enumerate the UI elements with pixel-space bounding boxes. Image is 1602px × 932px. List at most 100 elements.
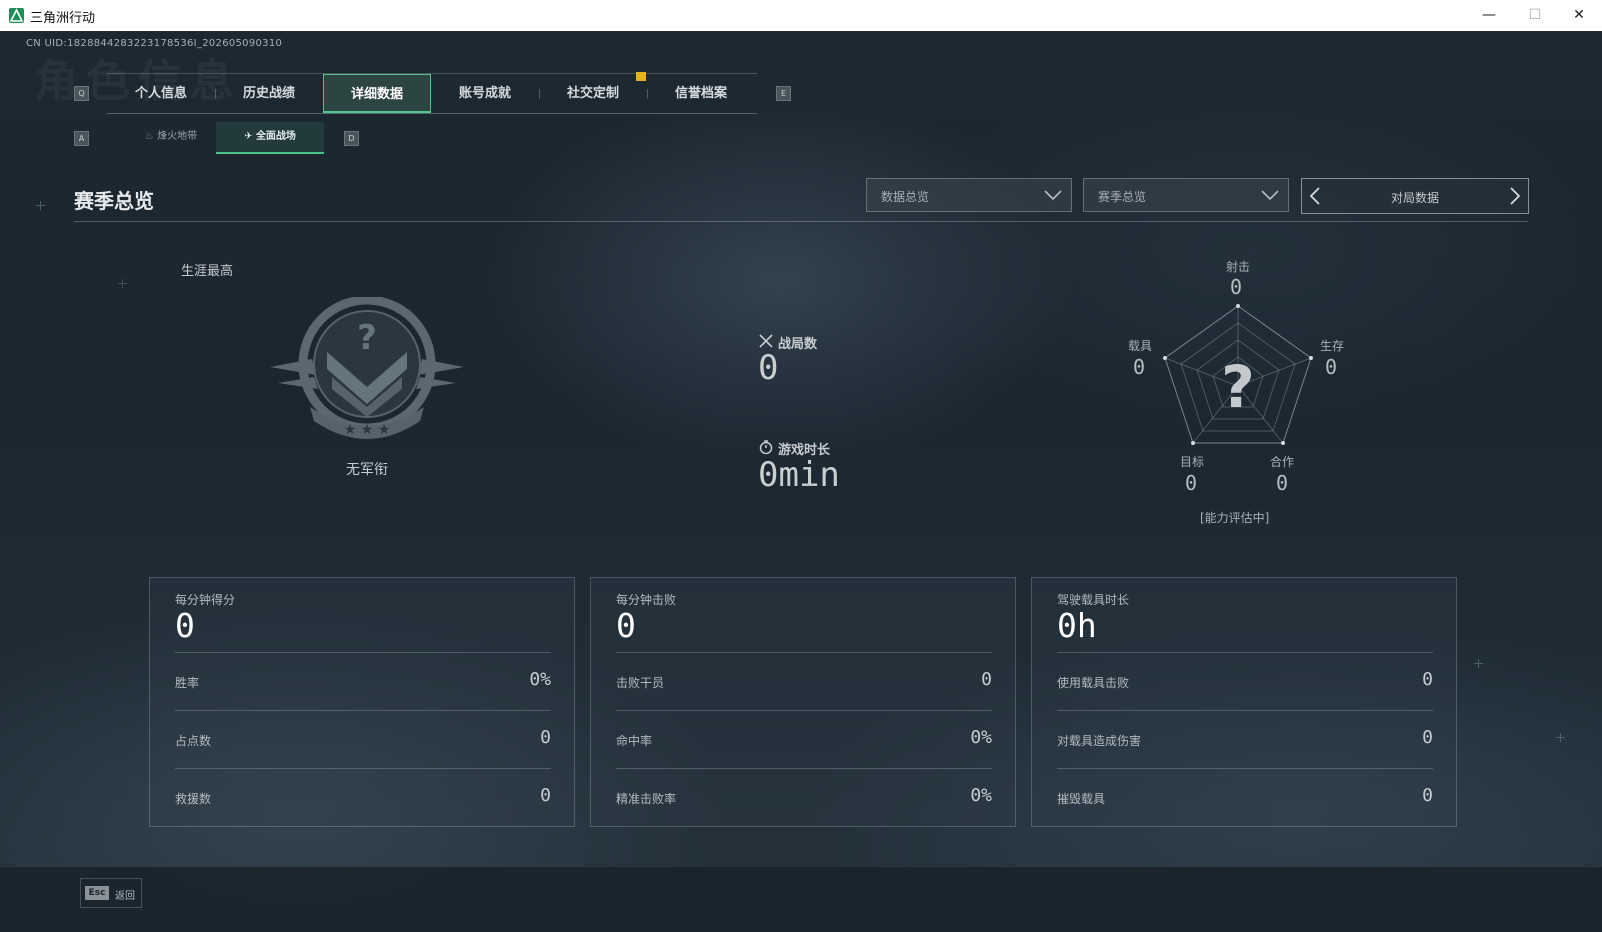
match-data-pager: 对局数据 <box>1301 178 1529 214</box>
stat-row: 胜率 0% <box>175 652 551 711</box>
stat-row-value: 0 <box>1422 785 1433 806</box>
stat-row-label: 救援数 <box>175 792 212 806</box>
svg-text:?: ? <box>357 318 377 358</box>
matches-value: 0 <box>758 348 779 388</box>
stat-row-value: 0% <box>970 785 992 806</box>
decor-plus-icon <box>36 201 45 210</box>
season-dropdown[interactable]: 赛季总览 <box>1083 178 1289 212</box>
dropdown-label: 赛季总览 <box>1098 190 1147 204</box>
stopwatch-icon <box>759 440 773 454</box>
game-screen: 角色信息 CN UID:1828844283223178536I_2026050… <box>0 31 1602 932</box>
stat-row-label: 摧毁载具 <box>1057 792 1106 806</box>
decor-plus-icon <box>1556 733 1565 742</box>
next-subtab-hint-key[interactable]: D <box>344 131 359 146</box>
esc-key-icon: Esc <box>85 886 109 900</box>
card-head-value: 0 <box>175 606 195 645</box>
section-title: 赛季总览 <box>74 189 154 213</box>
chevron-down-icon <box>1261 190 1279 201</box>
radar-label-shooting: 射击 <box>1226 260 1251 274</box>
next-tab-hint-key[interactable]: E <box>776 86 791 101</box>
pager-label: 对局数据 <box>1390 191 1439 205</box>
rank-badge-icon: ? ★ ★ ★ <box>270 297 464 439</box>
decor-plus-icon <box>118 279 127 288</box>
stat-card-vehicle: 驾驶载具时长 0h 使用载具击败 0 对载具造成伤害 0 摧毁载具 0 <box>1031 577 1457 827</box>
stat-row: 占点数 0 <box>175 710 551 769</box>
player-uid: CN UID:1828844283223178536I_202605090310 <box>26 38 283 49</box>
prev-subtab-hint-key[interactable]: A <box>74 131 89 146</box>
radar-center-question-icon: ? <box>1221 353 1255 421</box>
flame-icon: ♨ <box>144 131 154 142</box>
ability-radar-chart: ? <box>1163 304 1313 445</box>
chevron-right-icon[interactable] <box>1508 186 1522 206</box>
radar-value-survival: 0 <box>1325 355 1338 379</box>
window-titlebar: 三角洲行动 — ☐ ✕ <box>0 0 1602 32</box>
tab-match-history[interactable]: 历史战绩 <box>215 74 323 113</box>
radar-status: [能力评估中] <box>1200 511 1270 525</box>
stat-row: 摧毁载具 0 <box>1057 768 1433 827</box>
stat-row-value: 0 <box>540 727 551 748</box>
stat-row: 命中率 0% <box>616 710 992 769</box>
minimize-button[interactable]: — <box>1466 0 1512 31</box>
svg-text:★ ★ ★: ★ ★ ★ <box>344 422 391 438</box>
matches-label: 战局数 <box>778 337 818 352</box>
radar-value-cooperation: 0 <box>1276 471 1289 495</box>
stat-row-value: 0% <box>970 727 992 748</box>
stat-row-value: 0% <box>529 669 551 690</box>
stat-row-label: 胜率 <box>175 676 200 690</box>
app-logo-icon <box>9 8 24 23</box>
radar-value-vehicle: 0 <box>1133 355 1146 379</box>
data-type-dropdown[interactable]: 数据总览 <box>866 178 1072 212</box>
back-label: 返回 <box>115 891 135 902</box>
stat-card-kills: 每分钟击败 0 击败干员 0 命中率 0% 精准击败率 0% <box>590 577 1016 827</box>
prev-tab-hint-key[interactable]: Q <box>74 86 89 101</box>
stat-card-score: 每分钟得分 0 胜率 0% 占点数 0 救援数 0 <box>149 577 575 827</box>
stat-row-label: 命中率 <box>616 734 653 748</box>
radar-label-vehicle: 载具 <box>1128 339 1153 353</box>
playtime-value: 0min <box>758 455 840 495</box>
section-divider <box>74 221 1528 222</box>
subtab-hazard-zone[interactable]: ♨ 烽火地带 <box>125 122 217 152</box>
stat-row-value: 0 <box>540 785 551 806</box>
bottom-bar: Esc 返回 <box>0 867 1602 932</box>
back-button[interactable]: Esc 返回 <box>80 878 142 908</box>
notification-badge-icon <box>636 72 646 81</box>
stat-row-value: 0 <box>1422 669 1433 690</box>
tab-credit-file[interactable]: 信誉档案 <box>647 74 755 113</box>
dropdown-label: 数据总览 <box>881 190 930 204</box>
card-head-value: 0 <box>616 606 636 645</box>
radar-value-objective: 0 <box>1185 471 1198 495</box>
stat-row: 对载具造成伤害 0 <box>1057 710 1433 769</box>
radar-value-shooting: 0 <box>1230 275 1243 299</box>
stat-row: 击败干员 0 <box>616 652 992 711</box>
crossed-swords-icon <box>759 334 773 348</box>
subtab-label: 烽火地带 <box>157 131 198 142</box>
stat-row: 使用载具击败 0 <box>1057 652 1433 711</box>
tab-personal-info[interactable]: 个人信息 <box>107 74 215 113</box>
radar-label-objective: 目标 <box>1180 455 1205 469</box>
maximize-button[interactable]: ☐ <box>1512 0 1558 31</box>
stat-row: 精准击败率 0% <box>616 768 992 827</box>
stat-row-value: 0 <box>1422 727 1433 748</box>
tab-achievements[interactable]: 账号成就 <box>431 74 539 113</box>
close-button[interactable]: ✕ <box>1556 0 1602 31</box>
tab-social-custom[interactable]: 社交定制 <box>539 74 647 113</box>
stat-row-label: 占点数 <box>175 734 212 748</box>
stat-row-label: 对载具造成伤害 <box>1057 734 1142 748</box>
career-highest-label: 生涯最高 <box>181 264 234 279</box>
radar-label-survival: 生存 <box>1320 339 1345 353</box>
radar-label-cooperation: 合作 <box>1270 455 1295 469</box>
main-tabs: 个人信息 历史战绩 详细数据 账号成就 社交定制 信誉档案 <box>107 73 757 114</box>
stat-row-label: 使用载具击败 <box>1057 676 1130 690</box>
subtab-full-battlefield[interactable]: ✈ 全面战场 <box>216 122 324 154</box>
stat-row-label: 精准击败率 <box>616 792 677 806</box>
tab-detailed-data[interactable]: 详细数据 <box>323 74 431 113</box>
window-title: 三角洲行动 <box>30 11 96 26</box>
card-head-value: 0h <box>1057 606 1097 645</box>
chevron-down-icon <box>1044 190 1062 201</box>
stat-row-value: 0 <box>981 669 992 690</box>
subtab-label: 全面战场 <box>255 131 296 142</box>
battlefield-icon: ✈ <box>244 131 253 142</box>
decor-plus-icon <box>1474 659 1483 668</box>
stat-row-label: 击败干员 <box>616 676 665 690</box>
rank-name: 无军衔 <box>346 462 388 478</box>
